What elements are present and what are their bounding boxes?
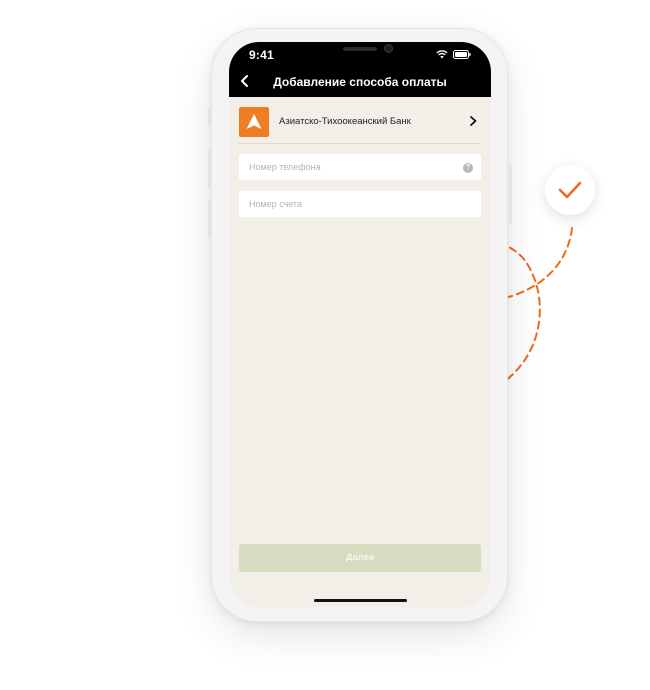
page-title: Добавление способа оплаты (273, 75, 447, 89)
volume-up-button (208, 150, 211, 188)
success-check-bubble (545, 165, 595, 215)
status-icons (436, 50, 471, 59)
bank-selector[interactable]: Азиатско-Тихоокеанский Банк (239, 106, 481, 142)
help-icon[interactable]: ? (463, 163, 473, 173)
next-button[interactable]: Далее (239, 544, 481, 572)
divider (239, 143, 481, 144)
phone-screen: 9:41 Добавление способа оплаты Азиатско-… (229, 42, 491, 607)
speaker (343, 47, 377, 51)
bank-logo-icon (239, 107, 269, 137)
status-time: 9:41 (249, 48, 274, 62)
battery-icon (453, 50, 471, 59)
check-icon (558, 181, 582, 199)
chevron-right-icon[interactable] (467, 114, 479, 128)
app-header: 9:41 Добавление способа оплаты (229, 42, 491, 97)
phone-number-input[interactable] (239, 154, 481, 180)
front-camera (384, 44, 393, 53)
volume-down-button (208, 200, 211, 238)
account-number-input[interactable] (239, 191, 481, 217)
notch (293, 42, 427, 66)
bank-name: Азиатско-Тихоокеанский Банк (279, 116, 411, 127)
home-indicator (314, 599, 407, 602)
stage: 9:41 Добавление способа оплаты Азиатско-… (0, 0, 650, 690)
silent-switch (208, 108, 211, 126)
wifi-icon (436, 50, 448, 59)
power-button (509, 165, 512, 225)
